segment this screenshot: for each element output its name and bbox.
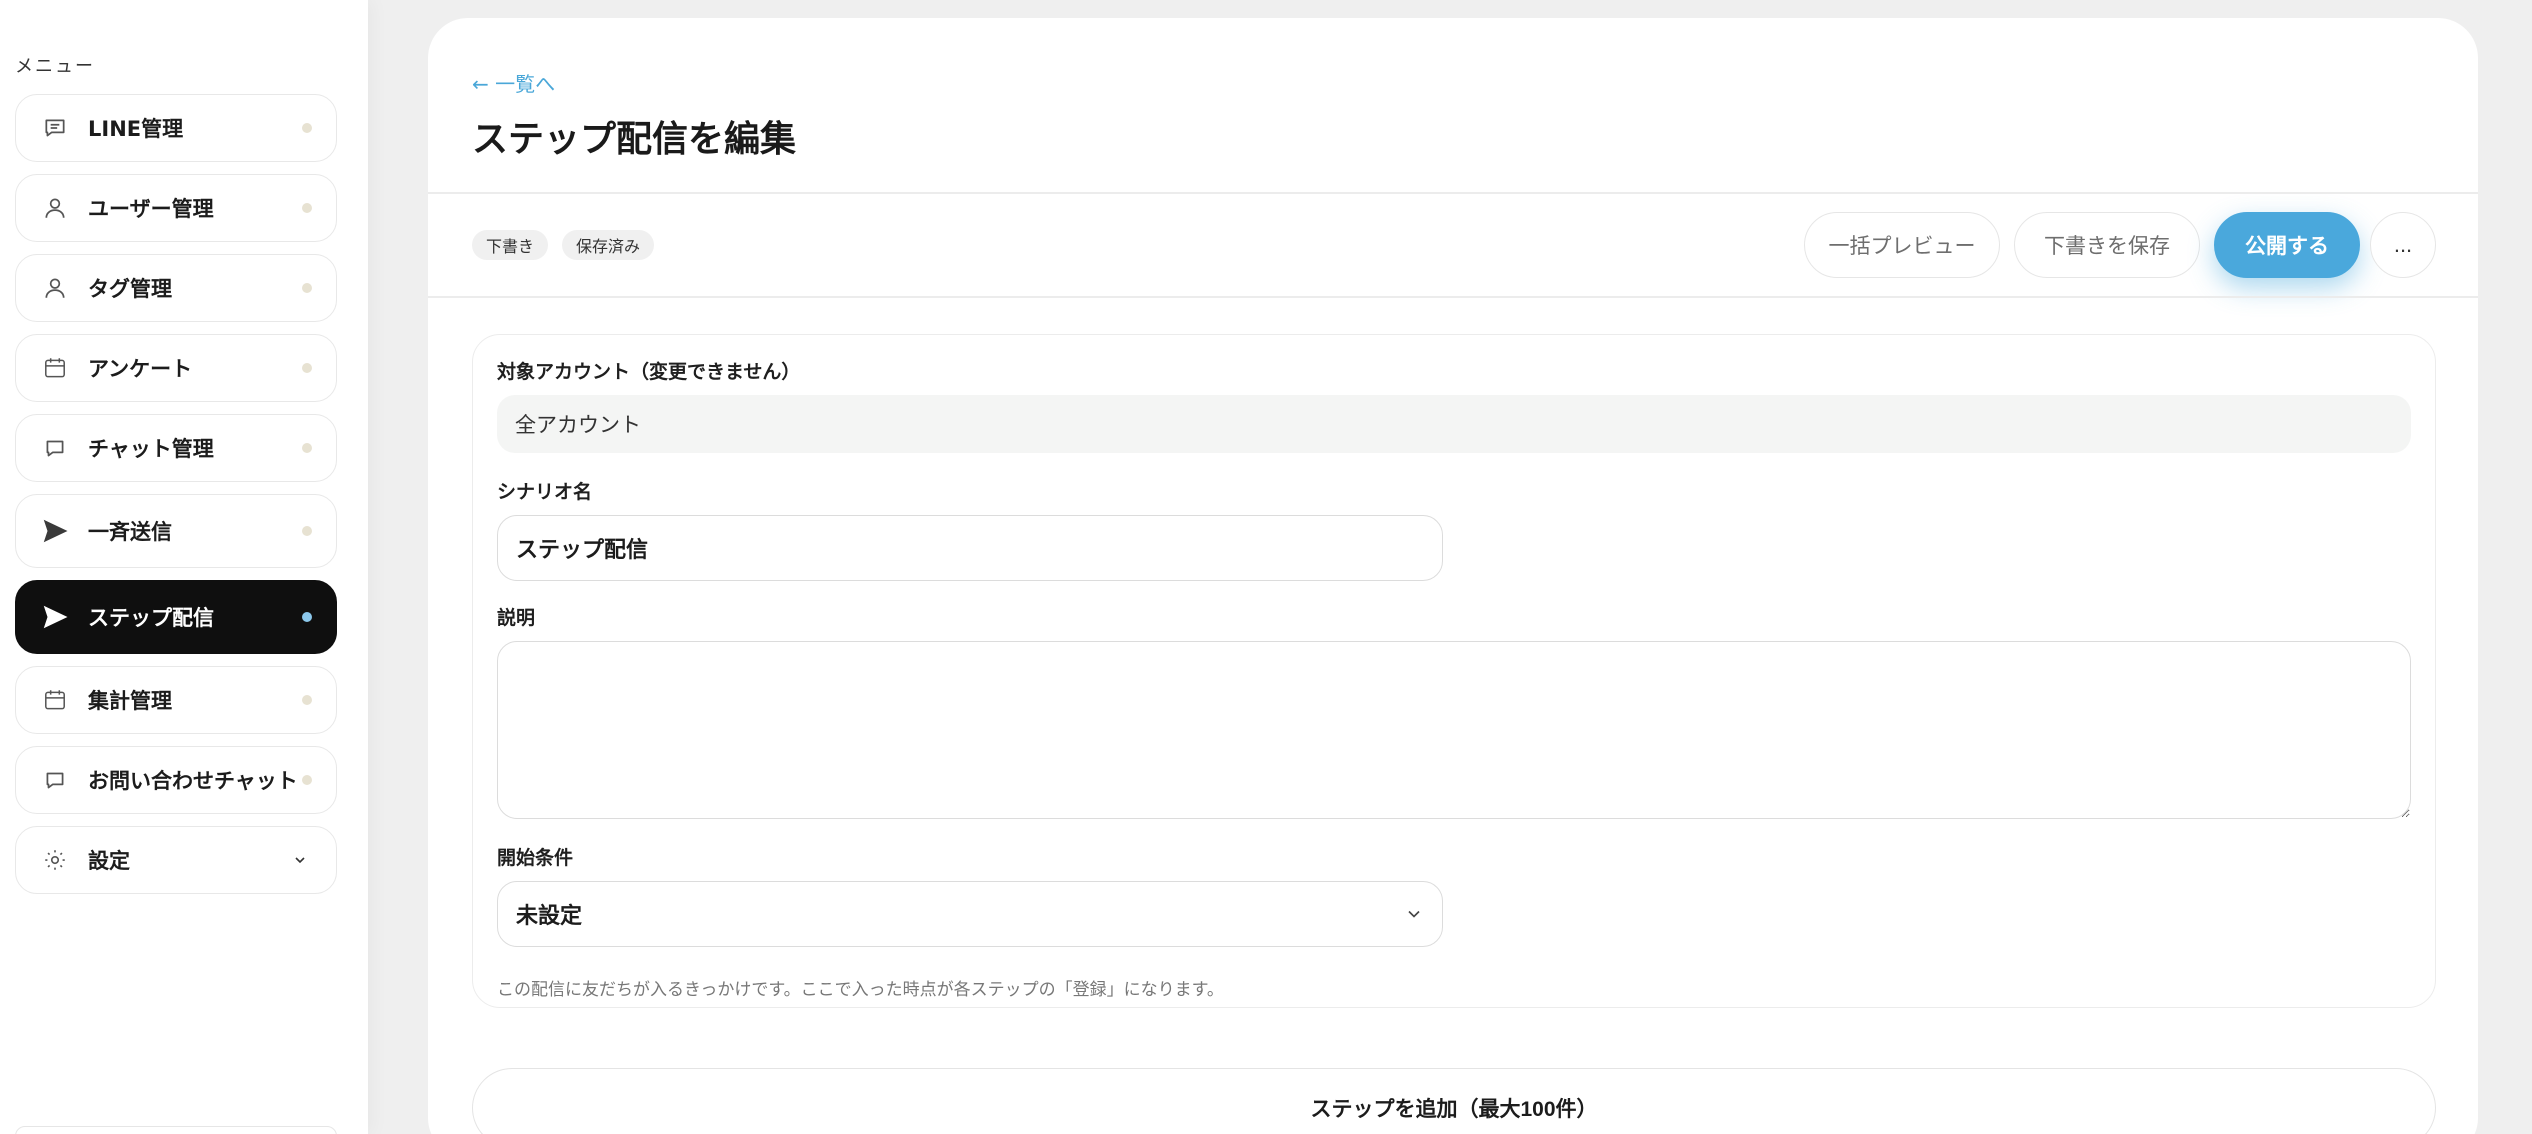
chevron-down-icon <box>1404 904 1424 924</box>
chat-lines-icon <box>40 113 70 143</box>
start-condition-value: 未設定 <box>516 904 583 929</box>
sidebar-item-label: ユーザー管理 <box>88 197 214 221</box>
sidebar-item-broadcast[interactable]: 一斉送信 <box>15 494 337 568</box>
start-condition-help: この配信に友だちが入るきっかけです。ここで入った時点が各ステップの「登録」になり… <box>497 980 1224 1000</box>
sidebar-item-label: LINE管理 <box>88 117 184 141</box>
calendar-icon <box>40 353 70 383</box>
publish-button[interactable]: 公開する <box>2214 212 2360 278</box>
status-dot <box>302 775 312 785</box>
send-icon <box>40 516 70 546</box>
menu-heading: メニュー <box>15 56 95 77</box>
start-condition-label: 開始条件 <box>497 847 574 869</box>
sidebar-item-settings[interactable]: 設定 <box>15 826 337 894</box>
user-icon <box>40 193 70 223</box>
status-dot <box>302 363 312 373</box>
sidebar-item-label: お問い合わせチャット <box>88 769 298 793</box>
status-dot <box>302 283 312 293</box>
calendar-icon <box>40 685 70 715</box>
status-dot <box>302 443 312 453</box>
more-actions-button[interactable]: ... <box>2370 212 2436 278</box>
sidebar-item-inquiry-chat[interactable]: お問い合わせチャット <box>15 746 337 814</box>
sidebar-footer-card <box>15 1126 337 1134</box>
add-step-button[interactable]: ステップを追加（最大100件） <box>472 1068 2436 1134</box>
divider <box>428 296 2478 298</box>
sidebar-item-survey[interactable]: アンケート <box>15 334 337 402</box>
back-to-list-link[interactable]: ← 一覧へ <box>472 68 555 97</box>
status-dot <box>302 123 312 133</box>
status-badge-draft: 下書き <box>472 230 549 260</box>
sidebar-item-label: チャット管理 <box>88 437 214 461</box>
sidebar-item-label: 集計管理 <box>88 689 172 713</box>
sidebar-item-label: 設定 <box>88 849 130 873</box>
bulk-preview-button[interactable]: 一括プレビュー <box>1804 212 2000 278</box>
description-label: 説明 <box>497 607 536 629</box>
start-condition-select[interactable]: 未設定 <box>497 881 1443 947</box>
gear-icon <box>40 845 70 875</box>
scenario-name-label: シナリオ名 <box>497 481 593 503</box>
divider <box>428 192 2478 194</box>
user-icon <box>40 273 70 303</box>
sidebar-item-analytics[interactable]: 集計管理 <box>15 666 337 734</box>
sidebar-item-step-delivery[interactable]: ステップ配信 <box>15 580 337 654</box>
page-title: ステップ配信を編集 <box>472 118 797 160</box>
chevron-down-icon <box>292 852 308 868</box>
status-dot <box>302 612 312 622</box>
status-badge-saved: 保存済み <box>562 230 655 260</box>
main-card: ← 一覧へ ステップ配信を編集 下書き 保存済み 一括プレビュー 下書きを保存 … <box>428 18 2478 1134</box>
account-field: 全アカウント <box>497 395 2411 453</box>
sidebar-item-line[interactable]: LINE管理 <box>15 94 337 162</box>
chat-bubble-icon <box>40 433 70 463</box>
account-label: 対象アカウント（変更できません） <box>497 361 801 383</box>
scenario-form: 対象アカウント（変更できません） 全アカウント シナリオ名 説明 開始条件 未設… <box>472 334 2436 1008</box>
status-dot <box>302 203 312 213</box>
sidebar-item-tags[interactable]: タグ管理 <box>15 254 337 322</box>
description-textarea[interactable] <box>497 641 2411 819</box>
status-dot <box>302 695 312 705</box>
save-draft-button[interactable]: 下書きを保存 <box>2014 212 2200 278</box>
sidebar-item-users[interactable]: ユーザー管理 <box>15 174 337 242</box>
send-icon <box>40 602 70 632</box>
sidebar-item-label: タグ管理 <box>88 277 172 301</box>
sidebar-item-chat[interactable]: チャット管理 <box>15 414 337 482</box>
sidebar-item-label: ステップ配信 <box>88 606 214 630</box>
sidebar: メニュー LINE管理 ユーザー管理 タグ管理 アンケート チャット管理 一斉送… <box>0 0 368 1134</box>
chat-bubble-icon <box>40 765 70 795</box>
sidebar-item-label: 一斉送信 <box>88 520 172 544</box>
sidebar-item-label: アンケート <box>88 357 193 381</box>
scenario-name-input[interactable] <box>497 515 1443 581</box>
status-dot <box>302 526 312 536</box>
